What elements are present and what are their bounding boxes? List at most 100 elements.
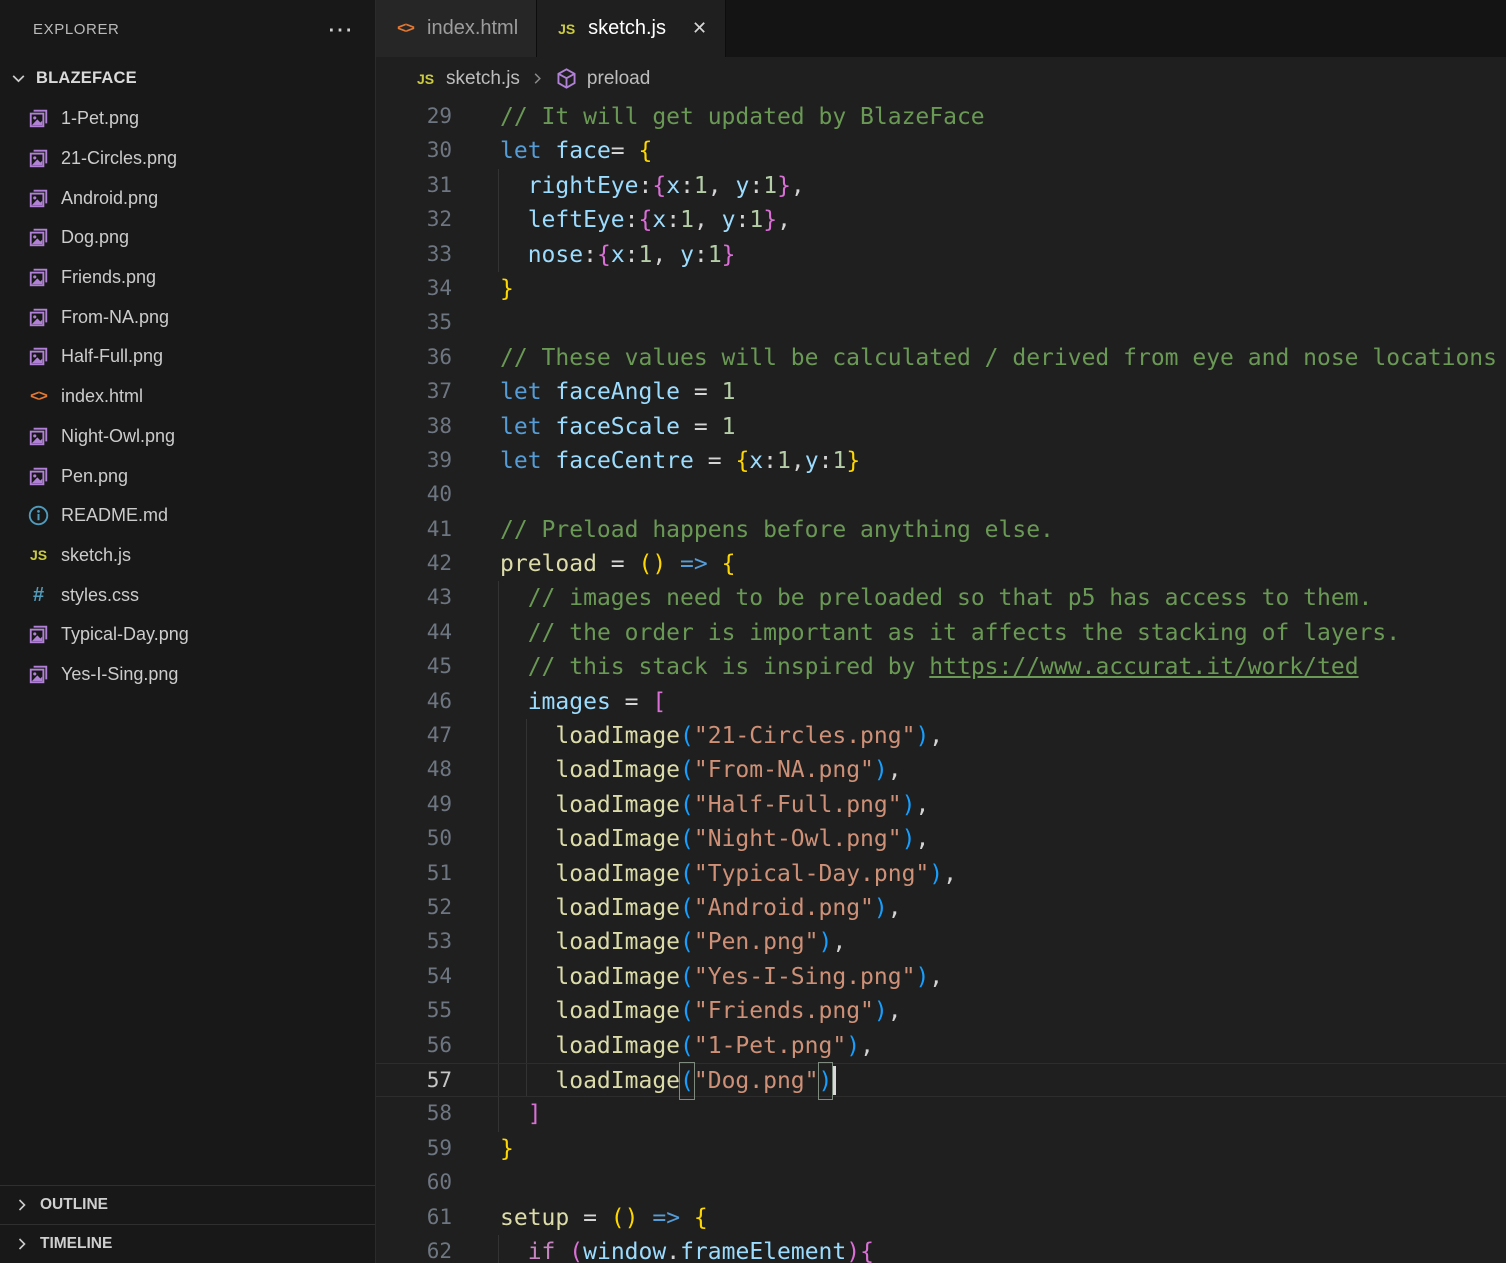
file-item-Yes-I-Sing.png[interactable]: Yes-I-Sing.png (0, 655, 375, 695)
file-item-index.html[interactable]: <>index.html (0, 377, 375, 417)
token: , (860, 1033, 874, 1059)
line-number[interactable]: 55 (376, 994, 452, 1028)
line-number[interactable]: 56 (376, 1029, 452, 1063)
file-item-Android.png[interactable]: Android.png (0, 178, 375, 218)
line-number[interactable]: 47 (376, 719, 452, 753)
line-number[interactable]: 49 (376, 788, 452, 822)
line-number[interactable]: 59 (376, 1132, 452, 1166)
line-number[interactable]: 60 (376, 1166, 452, 1200)
line-number[interactable]: 29 (376, 100, 452, 134)
line-number[interactable]: 54 (376, 960, 452, 994)
code-editor[interactable]: 29// It will get updated by BlazeFace30 l… (376, 100, 1506, 1263)
code-line: 44 // the order is important as it affec… (376, 616, 1506, 650)
line-number[interactable]: 48 (376, 753, 452, 787)
token: = (611, 138, 639, 164)
code-line: 37let faceAngle = 1 (376, 375, 1506, 409)
line-number[interactable]: 43 (376, 581, 452, 615)
token: 1 (639, 242, 653, 268)
file-item-Half-Full.png[interactable]: Half-Full.png (0, 337, 375, 377)
line-number[interactable]: 32 (376, 203, 452, 237)
file-item-Night-Owl.png[interactable]: Night-Owl.png (0, 417, 375, 457)
token: let (500, 379, 542, 405)
code-line: 61setup = () => { (376, 1201, 1506, 1235)
line-number[interactable]: 34 (376, 272, 452, 306)
line-number[interactable]: 31 (376, 169, 452, 203)
code-line: 29// It will get updated by BlazeFace (376, 100, 1506, 134)
token: , (708, 173, 736, 199)
file-item-1-Pet.png[interactable]: 1-Pet.png (0, 99, 375, 139)
sidebar-section-timeline[interactable]: TIMELINE (0, 1224, 375, 1263)
close-icon[interactable]: ✕ (692, 18, 707, 39)
token: ) (874, 757, 888, 783)
file-item-Friends.png[interactable]: Friends.png (0, 258, 375, 298)
file-item-Dog.png[interactable]: Dog.png (0, 218, 375, 258)
token: ) (874, 998, 888, 1024)
sidebar-section-outline[interactable]: OUTLINE (0, 1185, 375, 1224)
line-number[interactable]: 39 (376, 444, 452, 478)
indent-guide (526, 891, 527, 925)
token: ( (680, 792, 694, 818)
token: } (500, 276, 514, 302)
line-number[interactable]: 44 (376, 616, 452, 650)
breadcrumb-file[interactable]: sketch.js (446, 68, 520, 90)
token: ) (915, 964, 929, 990)
more-actions-icon[interactable]: ⋯ (327, 24, 353, 34)
image-icon (27, 623, 50, 646)
line-number[interactable]: 57 (376, 1064, 452, 1096)
folder-header-blazeface[interactable]: BLAZEFACE (0, 58, 375, 99)
line-number[interactable]: 50 (376, 822, 452, 856)
tab-index.html[interactable]: <>index.html (376, 0, 537, 57)
indent-guide (498, 1235, 499, 1263)
explorer-sidebar: EXPLORER ⋯ BLAZEFACE 1-Pet.png21-Circles… (0, 0, 376, 1263)
file-item-styles.css[interactable]: #styles.css (0, 575, 375, 615)
breadcrumb-symbol[interactable]: preload (587, 68, 650, 90)
line-number[interactable]: 30 (376, 134, 452, 168)
token (500, 895, 555, 921)
file-item-sketch.js[interactable]: JSsketch.js (0, 536, 375, 576)
file-item-From-NA.png[interactable]: From-NA.png (0, 297, 375, 337)
file-item-21-Circles.png[interactable]: 21-Circles.png (0, 139, 375, 179)
line-number[interactable]: 45 (376, 650, 452, 684)
indent-guide (498, 719, 499, 753)
line-content: preload = () => { (500, 547, 1506, 581)
file-item-Pen.png[interactable]: Pen.png (0, 456, 375, 496)
token: "Friends.png" (694, 998, 874, 1024)
line-number[interactable]: 52 (376, 891, 452, 925)
line-number[interactable]: 41 (376, 513, 452, 547)
indent-guide (526, 1064, 527, 1096)
token: [ (652, 689, 666, 715)
chevron-right-icon (14, 1236, 30, 1252)
line-number[interactable]: 38 (376, 410, 452, 444)
line-number[interactable]: 53 (376, 925, 452, 959)
line-number[interactable]: 61 (376, 1201, 452, 1235)
token: faceAngle (555, 379, 680, 405)
token: let (500, 414, 542, 440)
line-content: let faceScale = 1 (500, 410, 1506, 444)
line-number[interactable]: 62 (376, 1235, 452, 1263)
js-icon: JS (414, 67, 437, 90)
token: x (666, 173, 680, 199)
token: "1-Pet.png" (694, 1033, 846, 1059)
line-number[interactable]: 36 (376, 341, 452, 375)
token (500, 585, 528, 611)
token: "From-NA.png" (694, 757, 874, 783)
line-number[interactable]: 58 (376, 1097, 452, 1131)
token: if (528, 1239, 556, 1263)
token: ( (680, 1033, 694, 1059)
tab-sketch.js[interactable]: JSsketch.js✕ (537, 0, 726, 57)
line-number[interactable]: 51 (376, 857, 452, 891)
line-number[interactable]: 42 (376, 547, 452, 581)
line-number[interactable]: 35 (376, 306, 452, 340)
image-icon (27, 465, 50, 488)
line-number[interactable]: 40 (376, 478, 452, 512)
token: frameElement (680, 1239, 846, 1263)
file-item-Typical-Day.png[interactable]: Typical-Day.png (0, 615, 375, 655)
indent-guide (526, 788, 527, 822)
line-number[interactable]: 46 (376, 685, 452, 719)
line-number[interactable]: 37 (376, 375, 452, 409)
file-item-README.md[interactable]: README.md (0, 496, 375, 536)
line-number[interactable]: 33 (376, 238, 452, 272)
token: 1 (832, 448, 846, 474)
indent-guide (526, 1029, 527, 1063)
explorer-header: EXPLORER ⋯ (0, 0, 375, 58)
